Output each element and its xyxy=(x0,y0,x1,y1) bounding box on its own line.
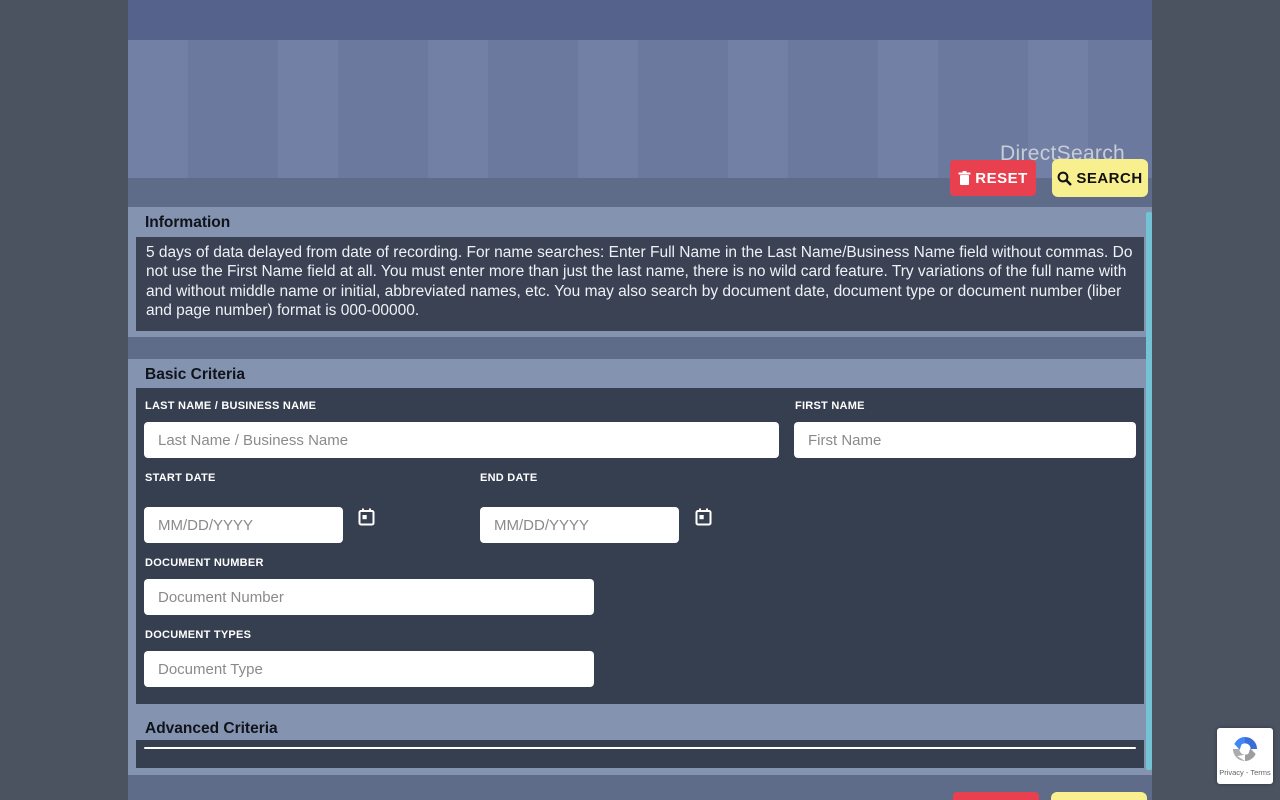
search-button-bottom[interactable]: SEARCH xyxy=(1051,792,1147,800)
document-number-label: DOCUMENT NUMBER xyxy=(145,557,264,569)
information-section: Information 5 days of data delayed from … xyxy=(128,207,1152,337)
divider xyxy=(144,747,1136,749)
start-date-input[interactable] xyxy=(144,507,343,543)
criteria-section: Basic Criteria LAST NAME / BUSINESS NAME… xyxy=(128,359,1152,775)
reset-button-label: RESET xyxy=(975,169,1028,187)
basic-criteria-form: LAST NAME / BUSINESS NAME FIRST NAME STA… xyxy=(136,388,1144,704)
trash-icon xyxy=(958,170,971,186)
end-date-calendar-button[interactable] xyxy=(695,508,717,530)
calendar-icon xyxy=(358,508,375,526)
header-banner: DirectSearch xyxy=(128,40,1152,178)
search-button[interactable]: SEARCH xyxy=(1052,159,1148,197)
reset-button[interactable]: RESET xyxy=(950,160,1036,196)
last-name-label: LAST NAME / BUSINESS NAME xyxy=(145,400,317,412)
first-name-input[interactable] xyxy=(794,422,1136,458)
first-name-label: FIRST NAME xyxy=(795,400,865,412)
content-column: DirectSearch RESET SEARCH Information 5 … xyxy=(128,0,1152,800)
scrollbar[interactable] xyxy=(1146,212,1152,770)
recaptcha-privacy-terms[interactable]: Privacy - Terms xyxy=(1219,768,1271,777)
recaptcha-badge[interactable]: Privacy - Terms xyxy=(1217,728,1273,784)
information-heading: Information xyxy=(145,214,231,231)
search-button-label: SEARCH xyxy=(1076,169,1143,187)
advanced-criteria-heading: Advanced Criteria xyxy=(145,720,278,737)
advanced-criteria-panel xyxy=(136,740,1144,768)
document-type-input[interactable] xyxy=(144,651,594,687)
recaptcha-logo-icon xyxy=(1228,732,1262,766)
calendar-icon xyxy=(695,508,712,526)
top-band xyxy=(128,0,1152,40)
start-date-calendar-button[interactable] xyxy=(358,508,380,530)
last-name-input[interactable] xyxy=(144,422,779,458)
reset-button-bottom[interactable]: RESET xyxy=(953,792,1039,800)
end-date-label: END DATE xyxy=(480,472,538,484)
basic-criteria-heading: Basic Criteria xyxy=(145,366,245,383)
document-types-label: DOCUMENT TYPES xyxy=(145,629,252,641)
end-date-input[interactable] xyxy=(480,507,679,543)
information-text: 5 days of data delayed from date of reco… xyxy=(136,237,1144,331)
document-number-input[interactable] xyxy=(144,579,594,615)
start-date-label: START DATE xyxy=(145,472,216,484)
magnifier-icon xyxy=(1057,171,1073,186)
